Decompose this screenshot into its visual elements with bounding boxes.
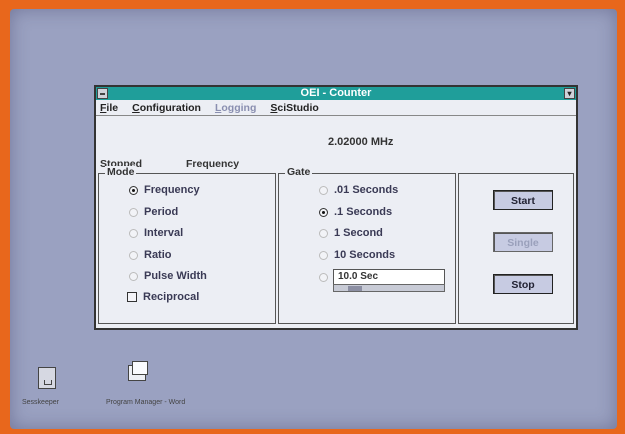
status-display: 2.02000 MHz Stopped Frequency	[96, 115, 576, 174]
single-button[interactable]: Single	[493, 232, 553, 252]
option-label: 1 Second	[334, 227, 383, 239]
button-group: Start Single Stop	[458, 173, 574, 324]
mode-group: Mode Frequency Period Interval Ratio Pul…	[98, 166, 276, 324]
option-label: 10 Seconds	[334, 249, 396, 261]
gate-scrollbar[interactable]	[333, 284, 445, 292]
scroll-thumb[interactable]	[348, 286, 362, 291]
menu-logging[interactable]: Logging	[215, 101, 256, 115]
menu-file[interactable]: File	[100, 101, 118, 115]
stop-button[interactable]: Stop	[493, 274, 553, 294]
mode-ratio[interactable]: Ratio	[129, 247, 172, 263]
gate-custom[interactable]	[319, 269, 328, 285]
gate-01[interactable]: .1 Seconds	[319, 204, 392, 220]
option-label: Period	[144, 206, 179, 218]
option-label: .1 Seconds	[334, 206, 393, 218]
counter-window: OEI - Counter ▾ File Configuration Loggi…	[94, 85, 578, 330]
window-title: OEI - Counter	[300, 87, 372, 99]
radio-selected-icon[interactable]	[319, 207, 328, 217]
gate-10[interactable]: 10 Seconds	[319, 247, 395, 263]
mode-period[interactable]: Period	[129, 204, 178, 220]
mode-pulse-width[interactable]: Pulse Width	[129, 268, 207, 284]
program-manager-icon[interactable]	[128, 361, 150, 383]
option-label: Frequency	[144, 184, 200, 196]
menu-configuration[interactable]: Configuration	[132, 101, 201, 115]
current-function: Frequency	[186, 158, 240, 170]
start-button[interactable]: Start	[493, 190, 553, 210]
radio-icon[interactable]	[129, 207, 138, 217]
gate-custom-input[interactable]: 10.0 Sec	[333, 269, 445, 285]
mode-interval[interactable]: Interval	[129, 225, 183, 241]
radio-icon[interactable]	[319, 185, 328, 195]
minimize-icon[interactable]: ▾	[564, 88, 575, 99]
frequency-readout: 2.02000 MHz	[328, 136, 394, 148]
gate-001[interactable]: .01 Seconds	[319, 182, 398, 198]
radio-icon[interactable]	[129, 250, 138, 260]
reciprocal-checkbox[interactable]: Reciprocal	[127, 289, 199, 305]
sesskeeper-icon[interactable]	[38, 367, 56, 389]
menu-bar: File Configuration Logging SciStudio	[100, 101, 319, 115]
menu-scistudio[interactable]: SciStudio	[270, 101, 318, 115]
radio-icon[interactable]	[319, 228, 328, 238]
radio-icon[interactable]	[129, 271, 138, 281]
option-label: Ratio	[144, 249, 172, 261]
radio-icon[interactable]	[319, 272, 328, 282]
mode-label: Mode	[105, 166, 137, 178]
radio-icon[interactable]	[129, 228, 138, 238]
gate-label: Gate	[285, 166, 313, 178]
desktop: OEI - Counter ▾ File Configuration Loggi…	[10, 9, 617, 429]
option-label: Interval	[144, 227, 184, 239]
reciprocal-label: Reciprocal	[143, 291, 200, 303]
title-bar[interactable]: OEI - Counter ▾	[96, 87, 576, 100]
radio-selected-icon[interactable]	[129, 185, 138, 195]
desktop-icon-label: Sesskeeper	[22, 399, 59, 406]
option-label: Pulse Width	[144, 270, 207, 282]
mode-frequency[interactable]: Frequency	[129, 182, 200, 198]
gate-1[interactable]: 1 Second	[319, 225, 383, 241]
radio-icon[interactable]	[319, 250, 328, 260]
desktop-icon-label: Program Manager - Word	[106, 399, 186, 406]
system-menu-icon[interactable]	[97, 88, 108, 99]
checkbox-icon[interactable]	[127, 292, 137, 302]
option-label: .01 Seconds	[334, 184, 399, 196]
gate-group: Gate .01 Seconds .1 Seconds 1 Second 10 …	[278, 166, 456, 324]
